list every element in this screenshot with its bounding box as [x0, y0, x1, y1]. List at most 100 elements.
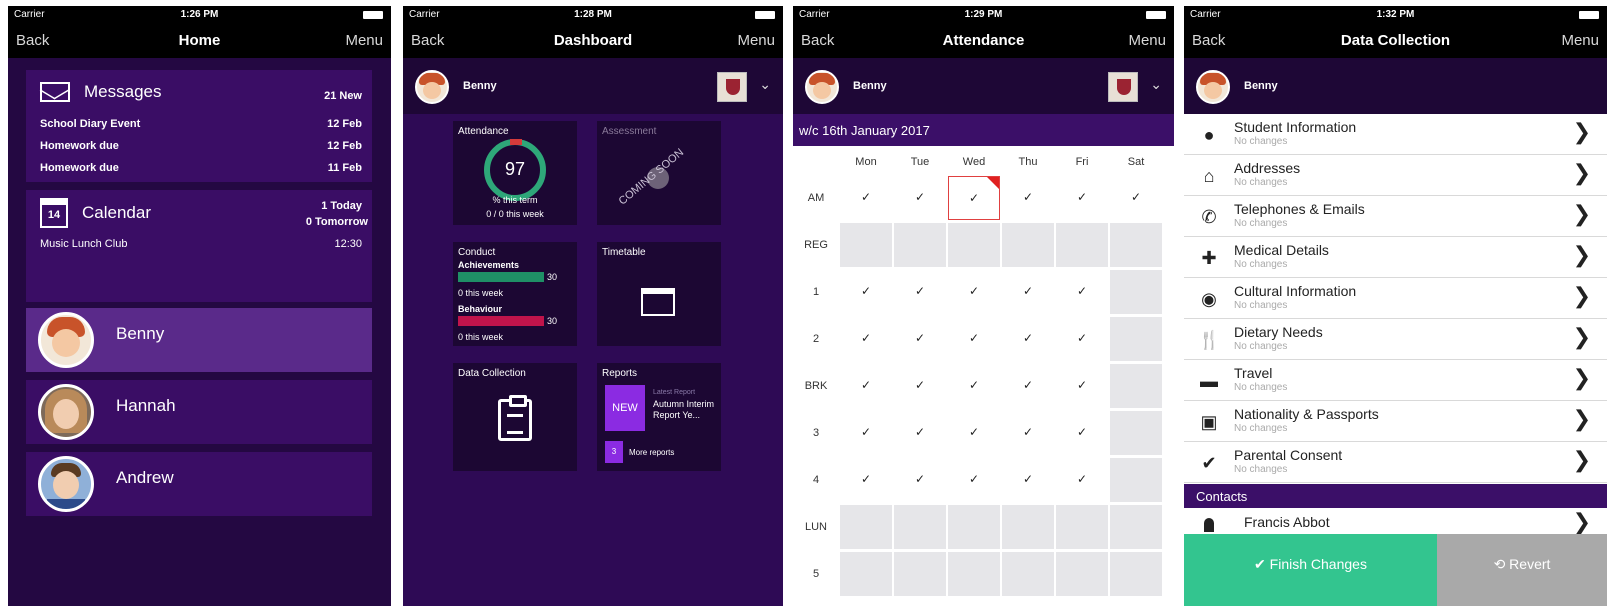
status-bar: Carrier 1:26 PM: [8, 6, 391, 24]
assessment-tile[interactable]: Assessment COMING SOON: [597, 121, 721, 225]
battery-icon: [1146, 11, 1166, 19]
attendance-cell[interactable]: ✓: [1110, 176, 1162, 220]
child-item-benny[interactable]: Benny: [26, 308, 372, 372]
attendance-cell-empty[interactable]: [894, 552, 946, 596]
attendance-cell-empty[interactable]: [840, 223, 892, 267]
attendance-cell[interactable]: ✓: [948, 364, 1000, 408]
finish-changes-button[interactable]: ✔ Finish Changes: [1184, 534, 1437, 606]
child-item-hannah[interactable]: Hannah: [26, 380, 372, 444]
attendance-cell-empty[interactable]: [1110, 552, 1162, 596]
conduct-tile[interactable]: Conduct Achievements 30 0 this week Beha…: [453, 242, 577, 346]
timetable-tile[interactable]: Timetable: [597, 242, 721, 346]
attendance-cell-empty[interactable]: [840, 552, 892, 596]
calendar-card[interactable]: 14 Calendar 1 Today 0 Tomorrow Music Lun…: [26, 190, 372, 302]
attendance-cell-empty[interactable]: [1110, 458, 1162, 502]
check-mark-icon: ✓: [1022, 425, 1034, 439]
check-mark-icon: ✓: [968, 331, 980, 345]
dc-item-parental-consent[interactable]: ✔ Parental Consent No changes ❯: [1184, 442, 1607, 483]
data-collection-tile[interactable]: Data Collection: [453, 363, 577, 471]
latest-report-title[interactable]: Autumn Interim Report Ye...: [653, 399, 717, 421]
dc-item-nationality-passports[interactable]: ▣ Nationality & Passports No changes ❯: [1184, 401, 1607, 442]
messages-card[interactable]: Messages 21 New School Diary Event 12 Fe…: [26, 70, 372, 182]
attendance-tile[interactable]: Attendance 97 % this term 0 / 0 this wee…: [453, 121, 577, 225]
attendance-cell[interactable]: ✓: [894, 458, 946, 502]
contact-item[interactable]: Francis Abbot ❯: [1184, 508, 1607, 536]
menu-button[interactable]: Menu: [737, 32, 775, 49]
revert-button[interactable]: ⟲ Revert: [1437, 534, 1607, 606]
attendance-cell-empty[interactable]: [1110, 505, 1162, 549]
attendance-cell-empty[interactable]: [948, 552, 1000, 596]
user-bar[interactable]: Benny ⌄: [403, 58, 783, 114]
check-mark-icon: ✓: [914, 190, 926, 204]
attendance-cell[interactable]: ✓: [894, 270, 946, 314]
dc-item-student-information[interactable]: ● Student Information No changes ❯: [1184, 114, 1607, 155]
menu-button[interactable]: Menu: [345, 32, 383, 49]
message-item[interactable]: Homework due 11 Feb: [40, 162, 362, 174]
attendance-cell[interactable]: ✓: [1002, 411, 1054, 455]
attendance-cell-empty[interactable]: [1002, 223, 1054, 267]
attendance-cell[interactable]: ✓: [894, 176, 946, 220]
menu-button[interactable]: Menu: [1561, 32, 1599, 49]
attendance-cell[interactable]: ✓: [948, 317, 1000, 361]
attendance-cell[interactable]: ✓: [894, 317, 946, 361]
attendance-cell-empty[interactable]: [1110, 223, 1162, 267]
dc-item-telephones-emails[interactable]: ✆ Telephones & Emails No changes ❯: [1184, 196, 1607, 237]
chevron-down-icon[interactable]: ⌄: [1150, 76, 1162, 93]
attendance-cell-empty[interactable]: [1110, 270, 1162, 314]
attendance-cell[interactable]: ✓: [948, 176, 1000, 220]
attendance-cell[interactable]: ✓: [1002, 458, 1054, 502]
attendance-cell[interactable]: ✓: [1056, 176, 1108, 220]
attendance-cell[interactable]: ✓: [1002, 364, 1054, 408]
attendance-cell-empty[interactable]: [1110, 411, 1162, 455]
attendance-cell[interactable]: ✓: [840, 270, 892, 314]
new-report-icon[interactable]: NEW: [605, 385, 645, 431]
attendance-cell-empty[interactable]: [1002, 505, 1054, 549]
attendance-cell[interactable]: ✓: [1056, 317, 1108, 361]
dc-item-addresses[interactable]: ⌂ Addresses No changes ❯: [1184, 155, 1607, 196]
attendance-cell[interactable]: ✓: [894, 364, 946, 408]
attendance-cell[interactable]: ✓: [1002, 176, 1054, 220]
attendance-cell[interactable]: ✓: [840, 364, 892, 408]
attendance-cell-empty[interactable]: [840, 505, 892, 549]
attendance-cell[interactable]: ✓: [1002, 317, 1054, 361]
dc-item-cultural-information[interactable]: ◉ Cultural Information No changes ❯: [1184, 278, 1607, 319]
attendance-cell[interactable]: ✓: [1056, 411, 1108, 455]
week-selector[interactable]: w/c 16th January 2017: [793, 114, 1174, 146]
attendance-cell[interactable]: ✓: [840, 176, 892, 220]
attendance-cell-empty[interactable]: [948, 223, 1000, 267]
more-reports-link[interactable]: More reports: [629, 448, 674, 457]
attendance-cell[interactable]: ✓: [1056, 458, 1108, 502]
attendance-cell[interactable]: ✓: [840, 411, 892, 455]
attendance-cell[interactable]: ✓: [840, 317, 892, 361]
chevron-down-icon[interactable]: ⌄: [759, 76, 771, 93]
user-bar[interactable]: Benny ⌄: [793, 58, 1174, 114]
attendance-cell-empty[interactable]: [1002, 552, 1054, 596]
attendance-cell-empty[interactable]: [948, 505, 1000, 549]
attendance-cell[interactable]: ✓: [894, 411, 946, 455]
message-item[interactable]: School Diary Event 12 Feb: [40, 118, 362, 130]
attendance-cell[interactable]: ✓: [1056, 364, 1108, 408]
attendance-cell[interactable]: ✓: [948, 270, 1000, 314]
calendar-event[interactable]: Music Lunch Club 12:30: [40, 238, 362, 250]
dc-item-dietary-needs[interactable]: 🍴 Dietary Needs No changes ❯: [1184, 319, 1607, 360]
attendance-cell[interactable]: ✓: [1002, 270, 1054, 314]
more-reports-icon[interactable]: 3: [605, 441, 623, 463]
attendance-cell[interactable]: ✓: [1056, 270, 1108, 314]
dc-item-medical-details[interactable]: ✚ Medical Details No changes ❯: [1184, 237, 1607, 278]
dc-item-travel[interactable]: ▬ Travel No changes ❯: [1184, 360, 1607, 401]
attendance-cell-empty[interactable]: [894, 223, 946, 267]
attendance-cell-empty[interactable]: [1110, 364, 1162, 408]
attendance-cell-empty[interactable]: [1056, 223, 1108, 267]
attendance-cell-empty[interactable]: [1056, 505, 1108, 549]
reports-tile[interactable]: Reports NEW Latest Report Autumn Interim…: [597, 363, 721, 471]
menu-button[interactable]: Menu: [1128, 32, 1166, 49]
child-item-andrew[interactable]: Andrew: [26, 452, 372, 516]
attendance-cell[interactable]: ✓: [948, 411, 1000, 455]
message-item[interactable]: Homework due 12 Feb: [40, 140, 362, 152]
attendance-cell-empty[interactable]: [1056, 552, 1108, 596]
attendance-cell[interactable]: ✓: [948, 458, 1000, 502]
attendance-cell[interactable]: ✓: [840, 458, 892, 502]
user-bar[interactable]: Benny: [1184, 58, 1607, 114]
attendance-cell-empty[interactable]: [894, 505, 946, 549]
attendance-cell-empty[interactable]: [1110, 317, 1162, 361]
